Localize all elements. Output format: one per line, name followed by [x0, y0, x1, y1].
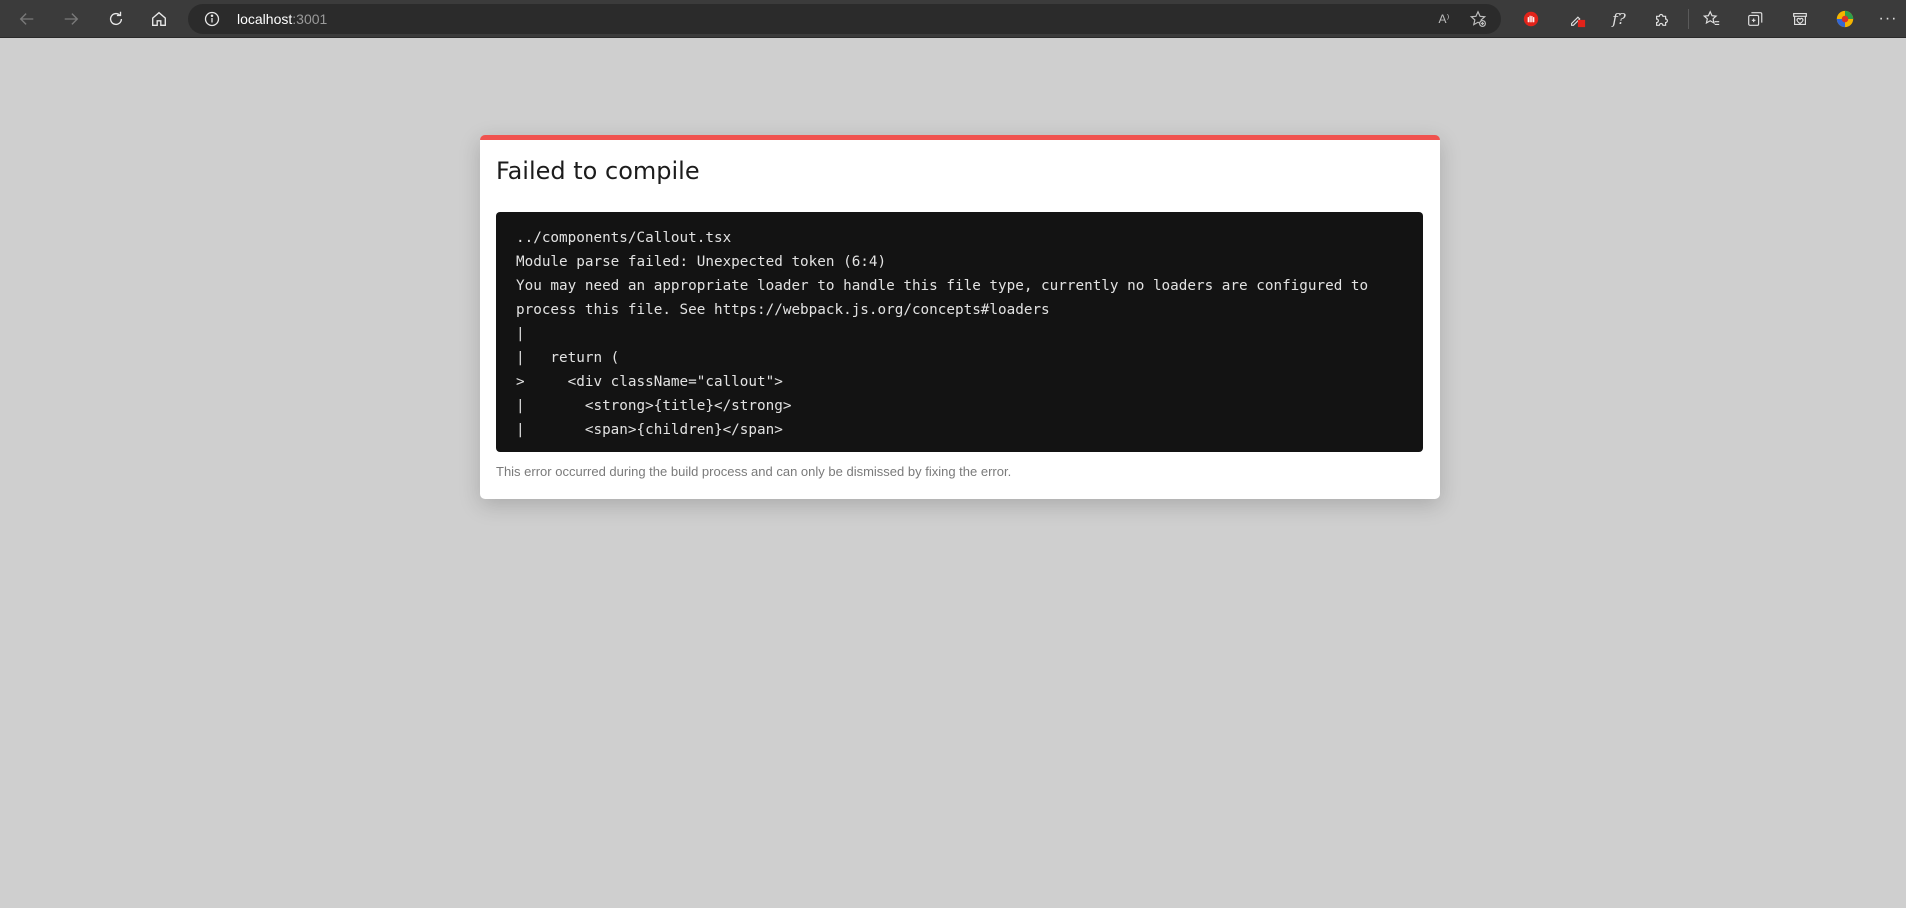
formula-label: f?: [1612, 10, 1626, 28]
forward-arrow-icon: [64, 13, 79, 25]
url-port: :3001: [292, 11, 328, 27]
browser-toolbar: localhost:3001 A⁾ f? ···: [0, 0, 1906, 38]
home-icon: [152, 11, 166, 26]
puzzle-icon[interactable]: [1651, 8, 1673, 30]
error-code-text: ../components/Callout.tsx Module parse f…: [516, 230, 1369, 438]
collections-stack-icon: [1748, 12, 1763, 26]
url-text[interactable]: localhost:3001: [237, 4, 327, 34]
read-aloud-icon[interactable]: A⁾: [1434, 10, 1454, 28]
back-arrow-icon: [19, 13, 34, 25]
read-aloud-label: A⁾: [1438, 12, 1450, 26]
extensions-puzzle-icon: [1656, 13, 1668, 26]
error-footer-text: This error occurred during the build pro…: [496, 464, 1012, 479]
error-code-block: ../components/Callout.tsx Module parse f…: [496, 212, 1423, 452]
star-plus-icon: [1469, 10, 1487, 27]
profile-avatar-icon[interactable]: [1834, 8, 1856, 30]
star-list-icon: [1703, 10, 1720, 25]
more-menu-label: ···: [1878, 10, 1898, 27]
favorites-icon[interactable]: [1701, 8, 1723, 30]
stop-hand-icon[interactable]: [1520, 8, 1542, 30]
favorite-add-icon[interactable]: [1468, 10, 1488, 28]
browser-essentials-icon[interactable]: [1789, 8, 1811, 30]
back-button[interactable]: [14, 6, 40, 32]
forward-button[interactable]: [58, 6, 84, 32]
refresh-icon: [109, 11, 123, 26]
essentials-heart-icon: [1793, 13, 1807, 25]
home-button[interactable]: [146, 6, 172, 32]
formula-icon[interactable]: f?: [1608, 8, 1630, 30]
toolbar-separator: [1688, 9, 1689, 29]
collections-icon[interactable]: [1744, 8, 1766, 30]
eyedropper-icon: [1571, 16, 1586, 28]
address-bar[interactable]: localhost:3001 A⁾: [188, 4, 1501, 34]
more-menu-icon[interactable]: ···: [1877, 8, 1899, 30]
avatar-circle-icon: [1836, 10, 1854, 28]
red-hand-icon: [1523, 11, 1539, 27]
info-icon[interactable]: [204, 11, 220, 27]
refresh-button[interactable]: [103, 6, 129, 32]
error-overlay-card: Failed to compile ../components/Callout.…: [480, 135, 1440, 499]
error-title: Failed to compile: [496, 157, 700, 185]
url-host: localhost: [237, 11, 293, 27]
extension-icon[interactable]: [1566, 8, 1588, 30]
